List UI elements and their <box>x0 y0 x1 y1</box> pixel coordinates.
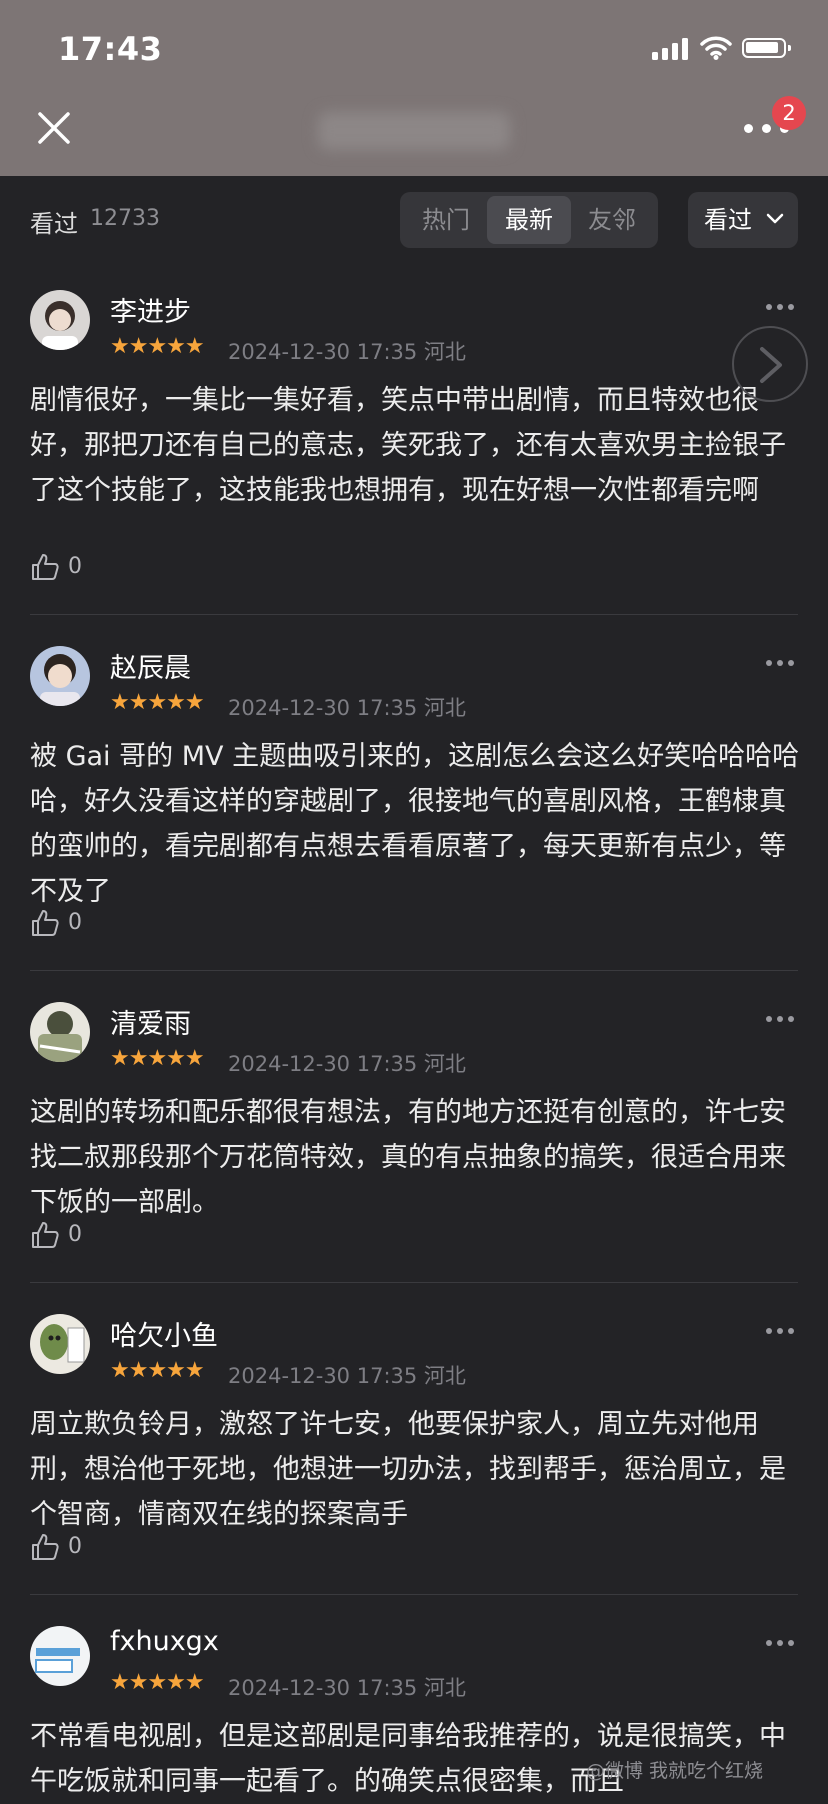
thumbs-up-icon <box>32 1534 59 1560</box>
close-button[interactable] <box>32 106 76 150</box>
tab-hot[interactable]: 热门 <box>404 196 488 244</box>
avatar[interactable] <box>30 290 90 350</box>
like-count: 0 <box>68 554 82 579</box>
star-rating: ★★★★★ <box>110 690 205 715</box>
next-button[interactable] <box>732 326 808 402</box>
more-icon[interactable] <box>766 304 796 312</box>
review-meta: 2024-12-30 17:35 河北 <box>228 1676 466 1700</box>
watermark: @微博 我就吃个红烧 <box>586 1760 764 1782</box>
thumbs-up-icon <box>32 910 59 936</box>
chevron-right-icon <box>760 347 782 383</box>
divider <box>30 614 798 615</box>
like-count: 0 <box>68 910 82 935</box>
sort-tabs: 热门 最新 友邻 <box>400 192 658 248</box>
username[interactable]: 赵辰晨 <box>110 646 191 685</box>
username[interactable]: fxhuxgx <box>110 1626 219 1657</box>
review-meta: 2024-12-30 17:35 河北 <box>228 340 466 364</box>
avatar[interactable] <box>30 1626 90 1686</box>
signal-icon <box>652 38 688 60</box>
seen-dropdown[interactable]: 看过 <box>688 192 798 248</box>
seen-count: 12733 <box>90 206 160 231</box>
review-meta: 2024-12-30 17:35 河北 <box>228 696 466 720</box>
star-rating: ★★★★★ <box>110 1670 205 1695</box>
thumbs-up-icon <box>32 1222 59 1248</box>
review-meta: 2024-12-30 17:35 河北 <box>228 1052 466 1076</box>
avatar[interactable] <box>30 1002 90 1062</box>
more-icon[interactable] <box>766 1328 796 1336</box>
thumbs-up-icon <box>32 554 59 580</box>
divider <box>30 1594 798 1595</box>
seen-label: 看过 <box>30 210 78 238</box>
like-count: 0 <box>68 1534 82 1559</box>
star-rating: ★★★★★ <box>110 1358 205 1383</box>
close-icon <box>38 112 70 144</box>
chevron-down-icon <box>766 213 784 224</box>
divider <box>30 1282 798 1283</box>
username[interactable]: 李进步 <box>110 290 191 329</box>
more-icon[interactable] <box>766 660 796 668</box>
more-icon[interactable] <box>766 1640 796 1648</box>
review-meta: 2024-12-30 17:35 河北 <box>228 1364 466 1388</box>
review-text: 这剧的转场和配乐都很有想法，有的地方还挺有创意的，许七安找二叔那段那个万花筒特效… <box>30 1097 786 1218</box>
blurred-title <box>318 112 510 150</box>
battery-icon <box>742 38 791 58</box>
username[interactable]: 清爱雨 <box>110 1002 191 1041</box>
more-icon[interactable] <box>766 1016 796 1024</box>
review-text: 剧情很好，一集比一集好看，笑点中带出剧情，而且特效也很好，那把刀还有自己的意志，… <box>30 385 786 506</box>
divider <box>30 970 798 971</box>
star-rating: ★★★★★ <box>110 334 205 359</box>
seen-dropdown-label: 看过 <box>704 206 752 234</box>
wifi-icon <box>700 36 732 60</box>
review-text: 被 Gai 哥的 MV 主题曲吸引来的，这剧怎么会这么好笑哈哈哈哈哈，好久没看这… <box>30 741 800 907</box>
status-time: 17:43 <box>58 30 163 68</box>
tab-latest[interactable]: 最新 <box>487 196 571 244</box>
review-text: 周立欺负铃月，激怒了许七安，他要保护家人，周立先对他用刑，想治他于死地，他想进一… <box>30 1409 786 1530</box>
like-count: 0 <box>68 1222 82 1247</box>
avatar[interactable] <box>30 646 90 706</box>
notification-badge: 2 <box>772 96 806 130</box>
tab-friends[interactable]: 友邻 <box>570 196 654 244</box>
username[interactable]: 哈欠小鱼 <box>110 1314 218 1353</box>
avatar[interactable] <box>30 1314 90 1374</box>
star-rating: ★★★★★ <box>110 1046 205 1071</box>
